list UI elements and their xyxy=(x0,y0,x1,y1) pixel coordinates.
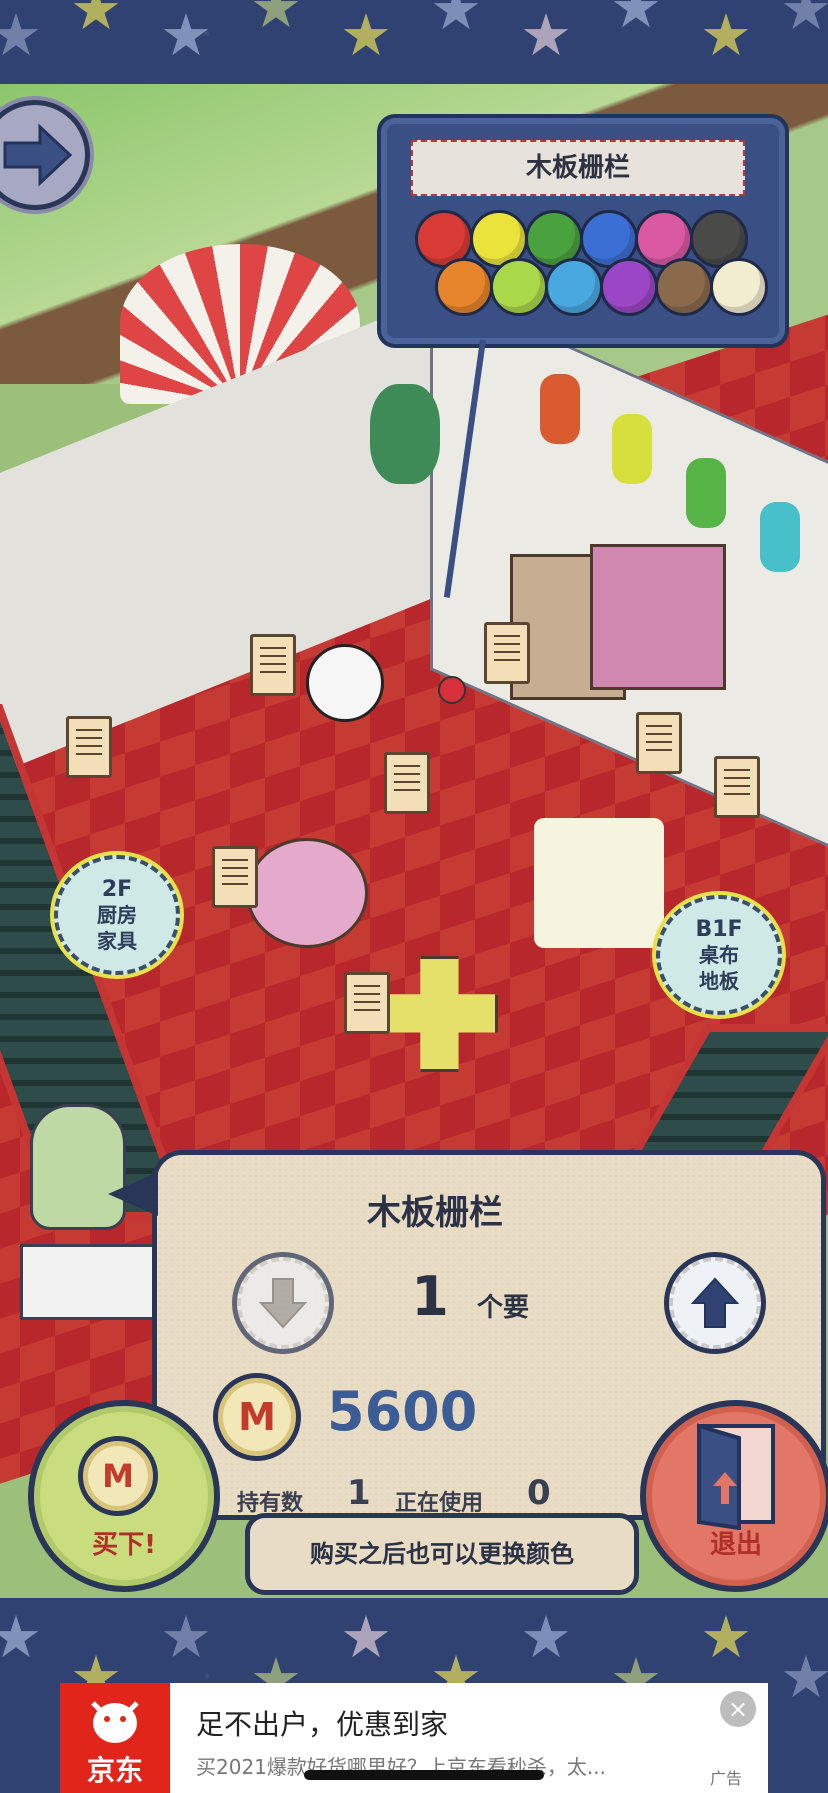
red-panel xyxy=(540,374,580,444)
price-sign xyxy=(344,972,390,1034)
ad-close-button[interactable]: × xyxy=(720,1691,756,1727)
register-counter xyxy=(20,1244,166,1320)
owned-value: 1 xyxy=(347,1473,371,1513)
color-change-note: 购买之后也可以更换颜色 xyxy=(245,1513,639,1595)
color-swatch[interactable] xyxy=(655,258,713,316)
floor-category-label: 地板 xyxy=(699,969,739,993)
plant xyxy=(370,384,440,484)
price-sign xyxy=(484,622,530,684)
ad-title: 足不出户，优惠到家 xyxy=(196,1708,449,1741)
color-picker-card: 木板栅栏 xyxy=(377,114,789,348)
ad-tag: 广告 xyxy=(710,1769,743,1788)
yellow-panel xyxy=(612,414,652,484)
pin-marker xyxy=(438,676,466,704)
price-sign xyxy=(636,712,682,774)
decrease-quantity-button[interactable] xyxy=(237,1257,329,1349)
color-swatch[interactable] xyxy=(490,258,548,316)
floor-category-label: 家具 xyxy=(97,929,137,953)
buy-button[interactable]: M 买下! xyxy=(28,1400,220,1592)
icecream-item[interactable] xyxy=(246,838,368,948)
buy-button-label: 买下! xyxy=(92,1530,156,1560)
price-sign xyxy=(714,756,760,818)
home-indicator xyxy=(304,1770,544,1780)
speech-tail xyxy=(108,1172,158,1216)
coin-icon: M xyxy=(213,1373,301,1461)
price-sign xyxy=(250,634,296,696)
color-picker-title: 木板栅栏 xyxy=(411,140,745,196)
white-cube[interactable] xyxy=(534,818,664,948)
cyan-panel xyxy=(760,502,800,572)
quantity-unit: 个要 xyxy=(477,1293,530,1323)
price-sign xyxy=(212,846,258,908)
color-swatch[interactable] xyxy=(600,258,658,316)
exit-button[interactable]: 退出 xyxy=(640,1400,828,1592)
floor-level-label: 2F xyxy=(101,877,133,902)
price-value: 5600 xyxy=(327,1380,478,1443)
coin-icon: M xyxy=(78,1436,158,1516)
top-star-border: ★ ★ ★ ★ ★ ★ ★ ★ ★ ★ xyxy=(0,0,828,84)
floor-b1f-button[interactable]: B1F 桌布 地板 xyxy=(656,895,782,1015)
dog-mascot-icon xyxy=(91,1701,139,1743)
increase-quantity-button[interactable] xyxy=(669,1257,761,1349)
color-swatch[interactable] xyxy=(545,258,603,316)
price-sign xyxy=(384,752,430,814)
arrow-right-icon xyxy=(3,123,73,187)
floor-2f-button[interactable]: 2F 厨房 家具 xyxy=(54,855,180,975)
in-use-value: 0 xyxy=(527,1473,551,1513)
pink-cube xyxy=(590,544,726,690)
price-sign xyxy=(66,716,112,778)
quantity-value: 1 xyxy=(411,1265,449,1328)
floor-category-label: 桌布 xyxy=(699,943,739,967)
exit-button-label: 退出 xyxy=(709,1530,762,1560)
color-swatch[interactable] xyxy=(710,258,768,316)
item-name: 木板栅栏 xyxy=(367,1193,503,1233)
door-icon xyxy=(697,1423,775,1530)
floor-level-label: B1F xyxy=(695,917,743,942)
soccer-ball[interactable] xyxy=(306,644,384,722)
green-panel xyxy=(686,458,726,528)
ad-brand: 京东 xyxy=(86,1754,143,1787)
jd-logo: 京东 xyxy=(60,1683,170,1793)
color-swatch[interactable] xyxy=(435,258,493,316)
arrow-up-icon xyxy=(691,1277,739,1328)
arrow-down-icon xyxy=(259,1278,307,1329)
scroll-right-button[interactable] xyxy=(0,100,90,210)
floor-category-label: 厨房 xyxy=(97,903,137,927)
